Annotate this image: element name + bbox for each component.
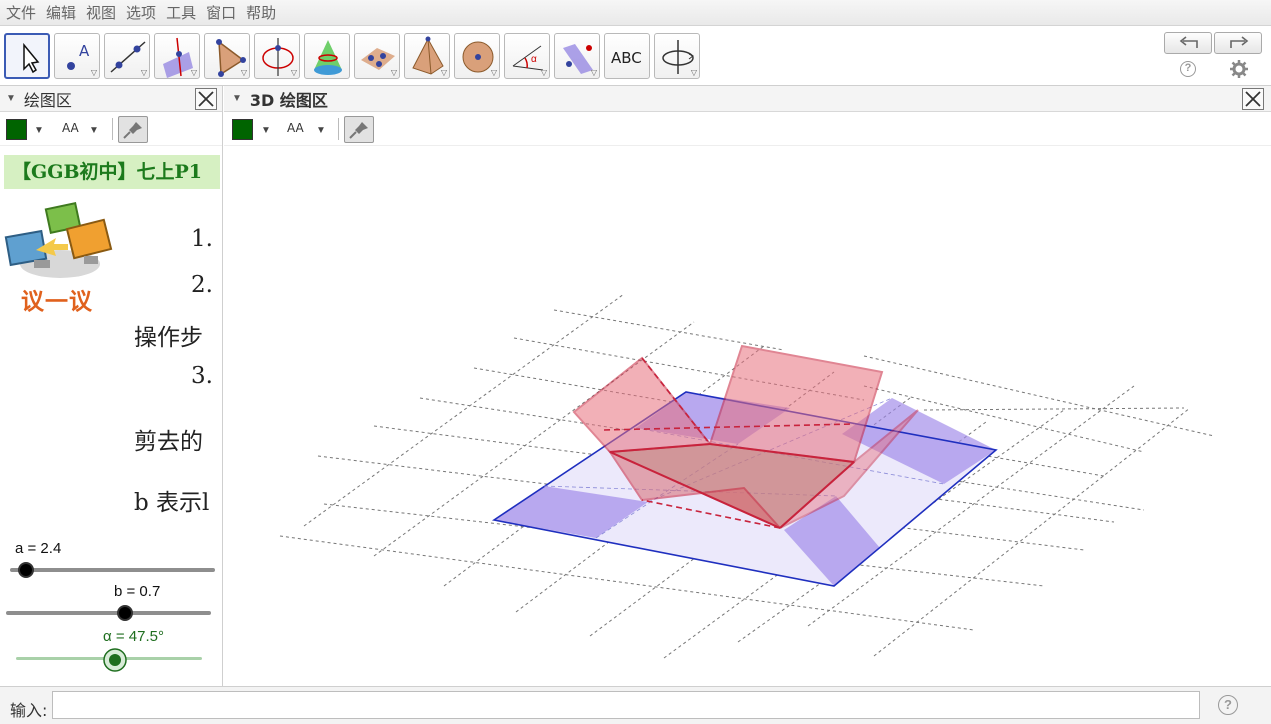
discussion-computers-illustration <box>4 201 113 278</box>
redo-icon <box>1230 36 1249 48</box>
pin-icon <box>123 122 142 139</box>
plane-tool-button[interactable]: ▽ <box>354 33 400 79</box>
graphics-3d-style-bar: ▼ AA ▼ <box>224 112 1271 146</box>
slider-a-knob[interactable] <box>18 562 34 578</box>
lesson-banner: 【GGB初中】七上P1 <box>4 155 220 189</box>
undo-icon <box>1179 36 1198 48</box>
menu-window[interactable]: 窗口 <box>206 2 236 23</box>
chevron-down-icon[interactable]: ▼ <box>316 125 326 136</box>
perpendicular-line-tool-button[interactable]: ▽ <box>154 33 200 79</box>
pyramid-tool-button[interactable]: ▽ <box>404 33 450 79</box>
menu-options[interactable]: 选项 <box>126 2 156 23</box>
reflect-tool-button[interactable]: ▽ <box>554 33 600 79</box>
input-label: 输入: <box>10 701 48 720</box>
doc-line: 剪去的 <box>134 429 203 455</box>
slider-b-track[interactable] <box>6 611 211 615</box>
svg-text:ABC: ABC <box>611 49 642 67</box>
help-icon[interactable]: ? <box>1180 61 1196 77</box>
graphics-view-header: ▼ 绘图区 <box>0 86 222 112</box>
doc-line: 2. <box>191 272 213 298</box>
graphics-3d-header: ▼ 3D 绘图区 <box>224 86 1271 112</box>
discuss-label: 议一议 <box>21 289 93 315</box>
graphics-view-panel: ▼ 绘图区 ▼ AA ▼ 【GGB初中】七上P1 议一议 1. 2. 操作步 3… <box>0 86 223 686</box>
doc-line: 1. <box>191 226 213 252</box>
close-icon <box>1245 91 1261 107</box>
svg-text:A: A <box>79 42 90 60</box>
menu-bar: 文件 编辑 视图 选项 工具 窗口 帮助 <box>0 0 1271 26</box>
toolbar-divider <box>338 118 339 140</box>
menu-edit[interactable]: 编辑 <box>46 2 76 23</box>
cone-icon <box>314 40 342 75</box>
color-swatch-button[interactable] <box>232 119 253 140</box>
back-flap <box>708 344 884 464</box>
point-tool-button[interactable]: A ▽ <box>54 33 100 79</box>
pin-button[interactable] <box>344 116 374 143</box>
command-input[interactable] <box>52 691 1200 719</box>
undo-button[interactable] <box>1164 32 1212 54</box>
graphics-3d-panel: ▼ 3D 绘图区 ▼ AA ▼ <box>224 86 1271 686</box>
close-3d-view-button[interactable] <box>1242 88 1264 110</box>
polygon-tool-button[interactable]: ▽ <box>204 33 250 79</box>
pin-button[interactable] <box>118 116 148 143</box>
move-tool-button[interactable] <box>4 33 50 79</box>
input-help-icon[interactable]: ? <box>1218 695 1238 715</box>
slider-alpha-knob[interactable] <box>102 647 128 673</box>
close-graphics-view-button[interactable] <box>195 88 217 110</box>
text-size-button[interactable]: AA <box>287 121 304 135</box>
text-size-button[interactable]: AA <box>62 121 79 135</box>
collapse-arrow-icon[interactable]: ▼ <box>6 93 16 104</box>
chevron-down-icon[interactable]: ▼ <box>34 125 44 136</box>
slider-alpha-label: α = 47.5° <box>103 628 164 645</box>
text-icon: ABC <box>611 49 642 67</box>
input-bar: 输入: ? <box>0 686 1271 724</box>
circle-axis-tool-button[interactable]: ▽ <box>254 33 300 79</box>
close-icon <box>198 91 214 107</box>
svg-text:α: α <box>531 54 537 65</box>
toolbar-divider <box>112 118 113 140</box>
angle-tool-button[interactable]: α ▽ <box>504 33 550 79</box>
rotate-view-tool-button[interactable]: ▽ <box>654 33 700 79</box>
doc-line: b 表示l <box>134 490 210 516</box>
intersect-surfaces-tool-button[interactable] <box>304 33 350 79</box>
color-swatch-button[interactable] <box>6 119 27 140</box>
slider-a-label: a = 2.4 <box>15 540 62 557</box>
slider-b-label: b = 0.7 <box>114 583 161 600</box>
menu-file[interactable]: 文件 <box>6 2 36 23</box>
redo-button[interactable] <box>1214 32 1262 54</box>
menu-help[interactable]: 帮助 <box>246 2 276 23</box>
line-tool-button[interactable]: ▽ <box>104 33 150 79</box>
chevron-down-icon[interactable]: ▼ <box>261 125 271 136</box>
cursor-arrow-icon <box>23 42 40 74</box>
3d-scene-canvas[interactable] <box>224 146 1271 686</box>
chevron-down-icon[interactable]: ▼ <box>89 125 99 136</box>
collapse-arrow-icon[interactable]: ▼ <box>232 93 242 104</box>
settings-gear-icon[interactable] <box>1230 60 1248 78</box>
text-tool-button[interactable]: ABC <box>604 33 650 79</box>
graphics-view-title: 绘图区 <box>23 90 72 110</box>
graphics-style-bar: ▼ AA ▼ <box>0 112 222 146</box>
sphere-tool-button[interactable]: ▽ <box>454 33 500 79</box>
doc-line: 操作步 <box>134 325 203 351</box>
doc-line: 3. <box>191 363 213 389</box>
graphics-3d-title: 3D 绘图区 <box>249 90 328 110</box>
toolbar: A ▽ ▽ ▽ ▽ ▽ ▽ ▽ ▽ α ▽ ▽ ABC ▽ ? <box>0 26 1271 86</box>
menu-view[interactable]: 视图 <box>86 2 116 23</box>
pin-icon <box>349 122 368 139</box>
menu-tools[interactable]: 工具 <box>166 2 196 23</box>
slider-a-track[interactable] <box>10 568 215 572</box>
slider-b-knob[interactable] <box>117 605 133 621</box>
